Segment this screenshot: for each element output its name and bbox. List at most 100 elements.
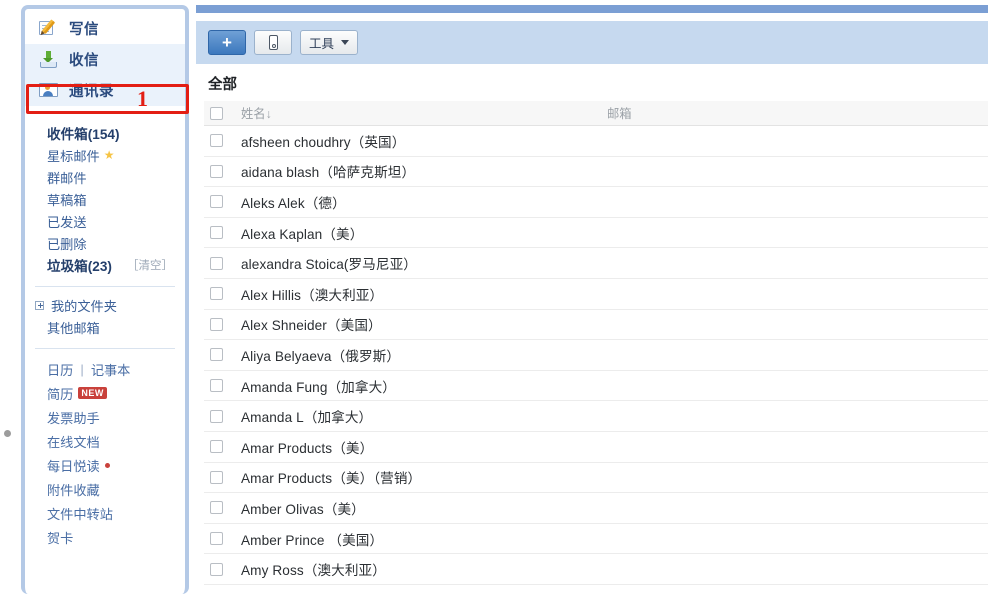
sidebar-item-compose[interactable]: 写信 <box>25 13 185 44</box>
contact-name: Amar Products（美） <box>241 440 374 456</box>
row-checkbox[interactable] <box>210 164 223 178</box>
table-row[interactable]: Amy Ross（澳大利亚） <box>204 554 988 585</box>
folder-row-my-folders[interactable]: 我的文件夹 <box>25 294 185 316</box>
contacts-icon <box>39 82 59 99</box>
row-checkbox[interactable] <box>210 440 223 454</box>
folder-label: 其他邮箱 <box>47 320 100 336</box>
folder-row-sent[interactable]: 已发送 <box>25 210 185 232</box>
column-header-name[interactable]: 姓名↓ <box>241 104 272 122</box>
app-link-notes[interactable]: 记事本 <box>91 360 131 379</box>
folder-row-trash[interactable]: 垃圾箱(23) ［清空］ <box>25 254 185 276</box>
contact-name: Amanda L（加拿大） <box>241 410 373 426</box>
folder-tree: 我的文件夹 其他邮箱 <box>25 287 185 342</box>
app-row-daily-reading[interactable]: 每日悦读 <box>25 453 185 477</box>
row-checkbox[interactable] <box>210 287 223 301</box>
app-row-invoice-assistant[interactable]: 发票助手 <box>25 405 185 429</box>
page-title: 全部 <box>208 77 237 93</box>
folder-row-drafts[interactable]: 草稿箱 <box>25 188 185 210</box>
table-row[interactable]: Aleks Alek（德） <box>204 187 988 218</box>
row-checkbox[interactable] <box>210 532 223 546</box>
row-checkbox[interactable] <box>210 195 223 209</box>
sidebar-item-inbox[interactable]: 收信 <box>25 44 185 75</box>
sidebar-item-contacts-label: 通讯录 <box>69 84 114 100</box>
row-checkbox[interactable] <box>210 562 223 576</box>
expand-plus-icon[interactable] <box>35 300 44 310</box>
table-row[interactable]: Amanda L（加拿大） <box>204 401 988 432</box>
folder-text: 星标邮件 <box>47 148 100 164</box>
folder-label: 已发送 <box>47 214 87 230</box>
table-row[interactable]: alexandra Stoica(罗马尼亚） <box>204 248 988 279</box>
folder-label: 星标邮件 ★ <box>47 146 115 165</box>
sidebar-item-contacts[interactable]: 通讯录 <box>25 75 185 106</box>
select-all-checkbox[interactable] <box>210 106 223 120</box>
contact-name: aidana blash（哈萨克斯坦） <box>241 165 416 181</box>
contact-name: Aleks Alek（德） <box>241 195 346 211</box>
folder-label: 草稿箱 <box>47 192 87 208</box>
table-row[interactable]: Amar Products（美） <box>204 432 988 463</box>
table-row[interactable]: Amar Products（美）（营销） <box>204 463 988 494</box>
folder-row-other-mailbox[interactable]: 其他邮箱 <box>25 316 185 338</box>
app-row-attachment-favorites[interactable]: 附件收藏 <box>25 477 185 501</box>
contacts-app-window: 写信 收信 通讯录 收件箱(154) 星标邮件 ★ 群邮件 草稿箱 已发送 已删… <box>0 0 988 594</box>
mobile-contacts-button[interactable] <box>254 30 292 55</box>
table-row[interactable]: Amber Prince （美国） <box>204 524 988 555</box>
app-label: 在线文档 <box>47 434 100 450</box>
contact-name: Alex Shneider（美国） <box>241 318 382 334</box>
folder-row-starred[interactable]: 星标邮件 ★ <box>25 144 185 166</box>
folder-label: 我的文件夹 <box>35 296 117 315</box>
folder-row-group-mail[interactable]: 群邮件 <box>25 166 185 188</box>
app-row-calendar-notes: 日历 | 记事本 <box>25 357 185 381</box>
table-row[interactable]: Aliya Belyaeva（俄罗斯） <box>204 340 988 371</box>
app-label: 文件中转站 <box>47 506 113 522</box>
tools-dropdown-button[interactable]: 工具 <box>300 30 359 55</box>
row-checkbox[interactable] <box>210 409 223 423</box>
app-label: 附件收藏 <box>47 482 100 498</box>
table-row[interactable]: Alex Hillis（澳大利亚） <box>204 279 988 310</box>
empty-trash-link[interactable]: ［清空］ <box>127 257 173 273</box>
table-row[interactable]: Amber Olivas（美） <box>204 493 988 524</box>
compose-icon <box>39 19 59 37</box>
table-row[interactable]: Amanda Fung（加拿大） <box>204 371 988 402</box>
row-checkbox[interactable] <box>210 470 223 484</box>
table-row[interactable]: aidana blash（哈萨克斯坦） <box>204 157 988 188</box>
contact-name: Alexa Kaplan（美） <box>241 226 364 242</box>
tools-label: 工具 <box>309 37 335 51</box>
sidebar-item-inbox-label: 收信 <box>69 53 99 69</box>
app-label: 贺卡 <box>47 530 74 546</box>
sidebar-collapse-handle[interactable] <box>4 430 11 437</box>
app-label: 发票助手 <box>47 410 100 426</box>
contact-name: Aliya Belyaeva（俄罗斯） <box>241 348 401 364</box>
row-checkbox[interactable] <box>210 134 223 148</box>
star-icon: ★ <box>103 148 115 162</box>
row-checkbox[interactable] <box>210 317 223 331</box>
contact-list: afsheen choudhry（英国） aidana blash（哈萨克斯坦）… <box>204 126 988 585</box>
folder-row-inbox[interactable]: 收件箱(154) <box>25 122 185 144</box>
row-checkbox[interactable] <box>210 256 223 270</box>
contact-name: Amanda Fung（加拿大） <box>241 379 396 395</box>
folder-row-deleted[interactable]: 已删除 <box>25 232 185 254</box>
table-row[interactable]: afsheen choudhry（英国） <box>204 126 988 157</box>
folder-label: 收件箱(154) <box>47 127 120 142</box>
table-row[interactable]: Alex Shneider（美国） <box>204 310 988 341</box>
add-contact-button[interactable]: + <box>208 30 246 55</box>
row-checkbox[interactable] <box>210 501 223 515</box>
column-header-email[interactable]: 邮箱 <box>607 104 632 122</box>
app-row-resume[interactable]: 简历 NEW <box>25 381 185 405</box>
contacts-toolbar: + 工具 <box>196 21 988 64</box>
app-label: 每日悦读 <box>47 458 100 474</box>
app-row-greeting-card[interactable]: 贺卡 <box>25 525 185 549</box>
app-row-file-transfer[interactable]: 文件中转站 <box>25 501 185 525</box>
row-checkbox[interactable] <box>210 379 223 393</box>
column-header-row: 姓名↓ 邮箱 <box>204 101 988 126</box>
app-list: 日历 | 记事本 简历 NEW 发票助手 在线文档 每日悦读 附件收藏 文件中转… <box>25 349 185 549</box>
contact-name: alexandra Stoica(罗马尼亚） <box>241 257 417 273</box>
row-checkbox[interactable] <box>210 226 223 240</box>
table-row[interactable]: Alexa Kaplan（美） <box>204 218 988 249</box>
sidebar-nav-top: 写信 收信 通讯录 <box>25 9 185 106</box>
app-row-online-docs[interactable]: 在线文档 <box>25 429 185 453</box>
row-checkbox[interactable] <box>210 348 223 362</box>
app-link-calendar[interactable]: 日历 <box>47 360 73 379</box>
app-label: 简历 <box>47 386 74 402</box>
contact-name: Amber Olivas（美） <box>241 501 365 517</box>
app-divider: | <box>80 361 84 377</box>
